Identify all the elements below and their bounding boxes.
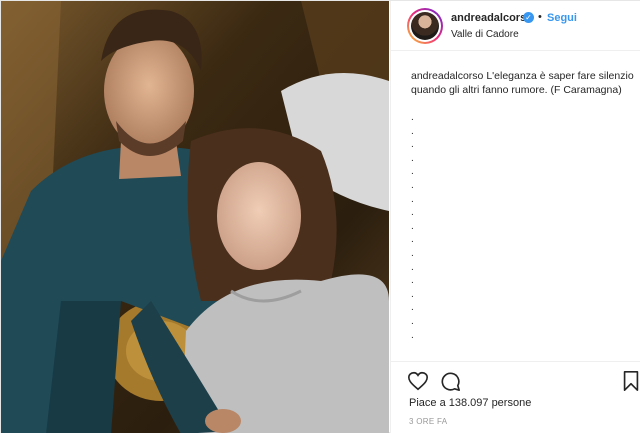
- post-header: andreadalcorso ✓ • Segui Valle di Cadore: [391, 1, 640, 51]
- caption-dot: .: [411, 166, 414, 178]
- post-photo[interactable]: [1, 1, 389, 433]
- caption-dot: .: [411, 302, 414, 314]
- verified-badge-icon: ✓: [523, 12, 534, 23]
- separator-dot: •: [538, 11, 542, 23]
- post-sidebar: andreadalcorso ✓ • Segui Valle di Cadore…: [390, 1, 640, 433]
- caption-dot: .: [411, 179, 414, 191]
- caption-dot: .: [411, 234, 414, 246]
- caption-dot: .: [411, 275, 414, 287]
- caption-dots: . . . . . . . . . . . . . . . . .: [411, 111, 431, 342]
- comment-icon[interactable]: [439, 370, 461, 392]
- photo-illustration: [1, 1, 389, 433]
- caption-dot: .: [411, 207, 414, 219]
- caption-dot: .: [411, 152, 414, 164]
- caption-dot: .: [411, 112, 414, 123]
- avatar-story-ring[interactable]: [407, 8, 443, 44]
- caption-dot: .: [411, 315, 414, 327]
- follow-button[interactable]: Segui: [547, 12, 577, 24]
- post-actions: Piace a 138.097 persone 3 ORE FA: [391, 361, 640, 433]
- avatar-image: [411, 12, 439, 40]
- location-link[interactable]: Valle di Cadore: [451, 29, 519, 40]
- likes-count[interactable]: Piace a 138.097 persone: [409, 397, 531, 409]
- caption-dot: .: [411, 247, 414, 259]
- caption-dot: .: [411, 329, 414, 341]
- caption-username-link[interactable]: andreadalcorso: [411, 70, 483, 82]
- caption-dot: .: [411, 125, 414, 137]
- caption-dot: .: [411, 261, 414, 273]
- heart-icon[interactable]: [407, 370, 429, 392]
- post-caption: andreadalcorso L'eleganza è saper fare s…: [411, 69, 637, 97]
- avatar[interactable]: [409, 10, 441, 42]
- caption-dot: .: [411, 139, 414, 151]
- bookmark-icon[interactable]: [620, 370, 640, 392]
- username-link[interactable]: andreadalcorso: [451, 12, 533, 24]
- caption-dot: .: [411, 288, 414, 300]
- caption-dot: .: [411, 193, 414, 205]
- post-container: andreadalcorso ✓ • Segui Valle di Cadore…: [0, 0, 640, 433]
- post-timestamp[interactable]: 3 ORE FA: [409, 417, 447, 426]
- caption-dot: .: [411, 220, 414, 232]
